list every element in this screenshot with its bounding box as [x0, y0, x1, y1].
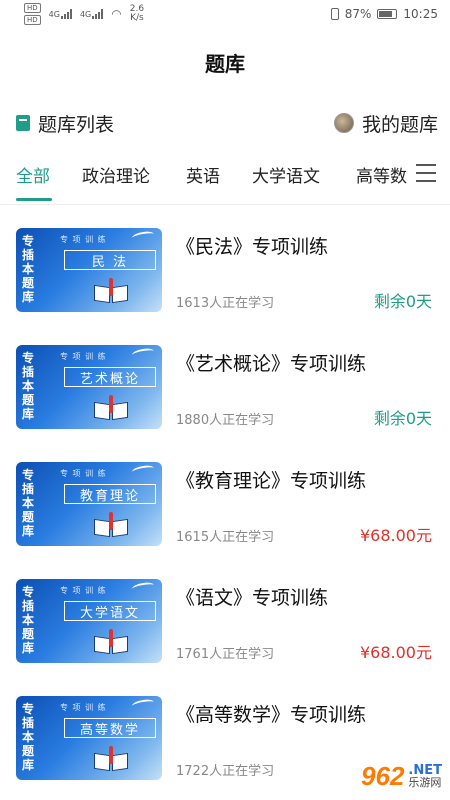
my-question-bank-label: 我的题库	[361, 113, 438, 136]
signal-2-label: 4G	[79, 10, 92, 19]
battery-percent: 87%	[344, 7, 372, 21]
course-title: 《民法》专项训练	[176, 236, 329, 258]
question-bank-list-link[interactable]: 题库列表	[16, 110, 114, 137]
divider	[0, 204, 450, 205]
open-book-icon	[94, 746, 128, 772]
status-badge: 剩余0天	[373, 409, 432, 428]
cover-label: 民 法	[64, 250, 156, 270]
page-title: 题库	[205, 52, 245, 76]
course-cover: 专插本题库 专 项 训 练 教育理论	[16, 462, 162, 546]
price-badge: ¥68.00元	[360, 526, 432, 545]
signal-1-label: 4G	[48, 10, 60, 19]
tab-all[interactable]: 全部	[16, 162, 50, 187]
course-cover: 专插本题库 专 项 训 练 艺术概论	[16, 345, 162, 429]
tab-politics[interactable]: 政治理论	[82, 162, 150, 187]
vibrate-icon	[330, 8, 339, 20]
category-tabs: 全部 政治理论 英语 大学语文 高等数	[0, 156, 450, 201]
status-right: 87% 10:25	[330, 7, 438, 21]
cover-subtitle: 专 项 训 练	[60, 469, 107, 478]
book-icon	[16, 115, 30, 131]
signal-1: 4G	[49, 9, 72, 19]
cover-vertical-text: 专插本题库	[22, 702, 35, 772]
signal-bars-icon	[60, 9, 72, 19]
tab-english[interactable]: 英语	[186, 162, 220, 187]
menu-icon[interactable]	[416, 164, 436, 182]
learner-count: 1761人正在学习	[176, 647, 275, 662]
my-question-bank-link[interactable]: 我的题库	[333, 110, 438, 137]
bird-icon	[131, 230, 155, 242]
cover-subtitle: 专 项 训 练	[60, 586, 107, 595]
list-item[interactable]: 专插本题库 专 项 训 练 大学语文 《语文》专项训练 1761人正在学习 ¥6…	[0, 571, 450, 688]
open-book-icon	[94, 512, 128, 538]
watermark-logo: 962	[361, 761, 405, 791]
open-book-icon	[94, 629, 128, 655]
site-watermark: 962 .NET 乐游网	[361, 761, 442, 792]
learner-count: 1722人正在学习	[176, 764, 275, 779]
wifi-icon: ◠	[111, 7, 122, 21]
cover-vertical-text: 专插本题库	[22, 468, 35, 538]
learner-count: 1613人正在学习	[176, 296, 275, 311]
course-title: 《艺术概论》专项训练	[176, 353, 367, 375]
tab-college-chinese[interactable]: 大学语文	[252, 162, 320, 187]
tab-active-indicator	[16, 198, 52, 201]
list-item[interactable]: 专插本题库 专 项 训 练 民 法 《民法》专项训练 1613人正在学习 剩余0…	[0, 220, 450, 337]
signal-bars-icon	[92, 9, 104, 19]
clock: 10:25	[403, 7, 438, 21]
net-speed: 2.6 K/s	[130, 5, 144, 23]
watermark-site: 乐游网	[408, 775, 442, 789]
cover-subtitle: 专 项 训 练	[60, 352, 107, 361]
course-title: 《教育理论》专项训练	[176, 470, 367, 492]
course-list: 专插本题库 专 项 训 练 民 法 《民法》专项训练 1613人正在学习 剩余0…	[0, 220, 450, 800]
avatar	[333, 113, 354, 133]
hd-badges: HD HD	[24, 3, 41, 25]
battery-icon	[377, 9, 398, 19]
watermark-text: .NET 乐游网	[408, 762, 442, 789]
cover-subtitle: 专 项 训 练	[60, 703, 107, 712]
hd-badge-2: HD	[24, 15, 41, 25]
course-cover: 专插本题库 专 项 训 练 民 法	[16, 228, 162, 312]
bird-icon	[131, 464, 155, 476]
cover-vertical-text: 专插本题库	[22, 351, 35, 421]
open-book-icon	[94, 278, 128, 304]
open-book-icon	[94, 395, 128, 421]
cover-label: 艺术概论	[64, 367, 156, 387]
signal-2: 4G	[79, 9, 104, 19]
status-left: HD HD 4G 4G ◠ 2.6 K/s	[24, 3, 144, 25]
watermark-domain: .NET	[408, 762, 442, 778]
course-title: 《高等数学》专项训练	[176, 704, 367, 726]
bird-icon	[131, 698, 155, 710]
list-item[interactable]: 专插本题库 专 项 训 练 教育理论 《教育理论》专项训练 1615人正在学习 …	[0, 454, 450, 571]
status-bar: HD HD 4G 4G ◠ 2.6 K/s 87% 10:25	[0, 0, 450, 28]
cover-label: 高等数学	[64, 718, 156, 738]
question-bank-list-label: 题库列表	[38, 113, 115, 136]
cover-vertical-text: 专插本题库	[22, 234, 35, 304]
cover-vertical-text: 专插本题库	[22, 585, 35, 655]
course-cover: 专插本题库 专 项 训 练 大学语文	[16, 579, 162, 663]
cover-subtitle: 专 项 训 练	[60, 235, 107, 244]
cover-label: 大学语文	[64, 601, 156, 621]
status-badge: 剩余0天	[373, 292, 432, 311]
cover-label: 教育理论	[64, 484, 156, 504]
learner-count: 1880人正在学习	[176, 413, 275, 428]
subheader: 题库列表 我的题库	[16, 108, 438, 138]
course-title: 《语文》专项训练	[176, 587, 329, 609]
tab-advanced-math[interactable]: 高等数	[356, 167, 407, 187]
tab-overflow-wrapper: 高等数	[356, 162, 414, 187]
hd-badge-1: HD	[24, 3, 41, 13]
learner-count: 1615人正在学习	[176, 530, 275, 545]
list-item[interactable]: 专插本题库 专 项 训 练 艺术概论 《艺术概论》专项训练 1880人正在学习 …	[0, 337, 450, 454]
bird-icon	[131, 581, 155, 593]
net-speed-unit: K/s	[130, 13, 144, 23]
price-badge: ¥68.00元	[360, 643, 432, 662]
course-cover: 专插本题库 专 项 训 练 高等数学	[16, 696, 162, 780]
bird-icon	[131, 347, 155, 359]
